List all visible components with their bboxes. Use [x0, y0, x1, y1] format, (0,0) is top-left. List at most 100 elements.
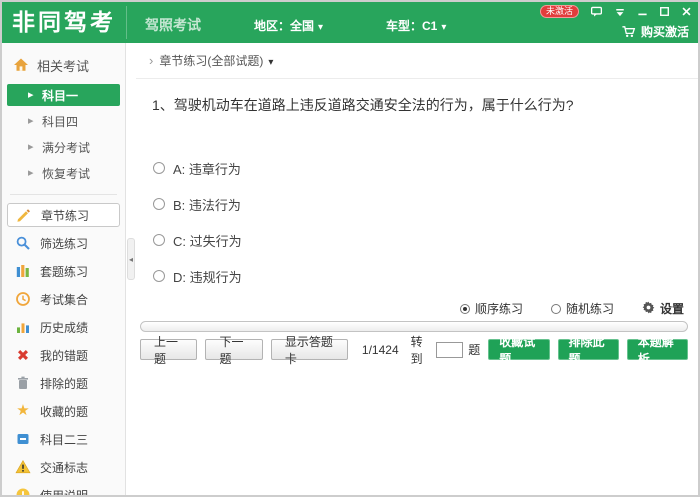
app-header: 非同驾考 驾照考试 地区：全国 车型：C1 未激活 [2, 2, 698, 43]
sidebar-item-label: 套题练习 [40, 263, 88, 280]
radio-checked-icon [460, 304, 470, 314]
main-content: 章节练习(全部试题) 1、驾驶机动车在道路上违反道路交通安全法的行为，属于什么行… [136, 43, 698, 495]
sidebar-item-label: 科目一 [42, 87, 78, 104]
theme-menu-icon[interactable] [614, 6, 626, 18]
goto-unit-label: 题 [468, 341, 480, 358]
option-label: B: 违法行为 [173, 195, 241, 214]
sidebar-item-subject-four[interactable]: 科目四 [2, 110, 125, 132]
sidebar-item-recovery-exam[interactable]: 恢复考试 [2, 162, 125, 184]
sidebar-divider [10, 194, 117, 195]
chevron-down-icon [441, 19, 446, 33]
next-question-button[interactable]: 下一题 [205, 339, 262, 360]
trash-icon [15, 375, 31, 391]
sidebar-item-label: 科目四 [42, 113, 78, 130]
search-icon [15, 235, 31, 251]
sequential-practice-radio[interactable]: 顺序练习 [460, 300, 523, 317]
sidebar-item-exam-set-practice[interactable]: 套题练习 [2, 259, 125, 283]
sidebar-item-label: 考试集合 [40, 291, 88, 308]
sidebar-item-label: 历史成绩 [40, 319, 88, 336]
question-text: 1、驾驶机动车在道路上违反道路交通安全法的行为，属于什么行为? [152, 95, 684, 116]
option-b[interactable]: B: 违法行为 [153, 194, 242, 214]
car-type-selector[interactable]: 车型：C1 [386, 17, 446, 34]
close-icon[interactable] [681, 6, 692, 17]
breadcrumb-dropdown[interactable]: 章节练习(全部试题) [159, 52, 273, 69]
sidebar-item-traffic-signs[interactable]: 交通标志 [2, 455, 125, 479]
favorite-question-button[interactable]: 收藏试题 [488, 339, 549, 360]
app-window: 非同驾考 驾照考试 地区：全国 车型：C1 未激活 [0, 0, 700, 497]
sidebar-item-filter-practice[interactable]: 筛选练习 [2, 231, 125, 255]
region-selector[interactable]: 地区：全国 [254, 17, 323, 34]
star-icon: ★ [15, 403, 31, 419]
minimize-icon[interactable] [637, 6, 648, 17]
sidebar-item-label: 恢复考试 [42, 165, 90, 182]
random-practice-radio[interactable]: 随机练习 [551, 300, 614, 317]
radio-icon [153, 234, 165, 246]
subject-book-icon [15, 431, 31, 447]
radio-icon [153, 198, 165, 210]
option-c[interactable]: C: 过失行为 [153, 230, 242, 250]
sidebar-section-label: 相关考试 [37, 56, 89, 75]
option-label: C: 过失行为 [173, 231, 242, 250]
sidebar-item-history-scores[interactable]: 历史成绩 [2, 315, 125, 339]
progress-bar [140, 321, 688, 332]
buy-activation-label: 购买激活 [641, 23, 689, 40]
wrong-cross-icon [15, 347, 31, 363]
exclude-question-button[interactable]: 排除此题 [558, 339, 619, 360]
pencil-icon [16, 207, 32, 223]
option-a[interactable]: A: 违章行为 [153, 158, 242, 178]
option-label: A: 违章行为 [173, 159, 241, 178]
region-label: 地区：全国 [254, 17, 314, 34]
option-d[interactable]: D: 违规行为 [153, 266, 242, 286]
gear-icon [642, 301, 655, 317]
radio-icon [551, 304, 561, 314]
chevron-down-icon [318, 19, 323, 33]
goto-label: 转到 [411, 333, 431, 367]
sidebar-item-subject-two-three[interactable]: 科目二三 [2, 427, 125, 451]
sidebar-item-label: 满分考试 [42, 139, 90, 156]
goto-question-input[interactable] [436, 342, 463, 358]
traffic-sign-icon [15, 459, 31, 475]
question-nav-row: 上一题 下一题 显示答题卡 1/1424 转到 题 收藏试题 排除此题 本题解析 [140, 339, 688, 360]
feedback-chat-icon[interactable] [590, 5, 603, 18]
sidebar-item-label: 章节练习 [41, 207, 89, 224]
sequential-practice-label: 顺序练习 [475, 300, 523, 317]
sidebar-item-favorite-questions[interactable]: ★ 收藏的题 [2, 399, 125, 423]
window-controls: 未激活 [540, 4, 692, 19]
history-chart-icon [15, 319, 31, 335]
sidebar-splitter[interactable]: ◂ [127, 43, 136, 495]
sidebar-item-chapter-practice[interactable]: 章节练习 [7, 203, 120, 227]
sidebar-item-label: 收藏的题 [40, 403, 88, 420]
sidebar-item-my-mistakes[interactable]: 我的错题 [2, 343, 125, 367]
radio-icon [153, 162, 165, 174]
sidebar-item-excluded-questions[interactable]: 排除的题 [2, 371, 125, 395]
breadcrumb: 章节练习(全部试题) [136, 43, 698, 79]
help-icon [15, 487, 31, 495]
sidebar-item-label: 交通标志 [40, 459, 88, 476]
sidebar-item-label: 排除的题 [40, 375, 88, 392]
cart-icon [621, 24, 636, 39]
prev-question-button[interactable]: 上一题 [140, 339, 197, 360]
random-practice-label: 随机练习 [566, 300, 614, 317]
sidebar-item-exam-collection[interactable]: 考试集合 [2, 287, 125, 311]
buy-activation-button[interactable]: 购买激活 [621, 23, 689, 40]
settings-button[interactable]: 设置 [642, 300, 684, 317]
show-answer-card-button[interactable]: 显示答题卡 [271, 339, 348, 360]
question-analysis-button[interactable]: 本题解析 [627, 339, 688, 360]
options-list: A: 违章行为 B: 违法行为 C: 过失行为 D: 违规行为 [153, 158, 242, 302]
settings-label: 设置 [660, 300, 684, 317]
sidebar-item-label: 我的错题 [40, 347, 88, 364]
radio-icon [153, 270, 165, 282]
module-title: 驾照考试 [145, 15, 201, 35]
sidebar-item-subject-one[interactable]: 科目一 [7, 84, 120, 106]
app-logo: 非同驾考 [12, 6, 127, 39]
sidebar-item-user-guide[interactable]: 使用说明 [2, 483, 125, 495]
car-type-label: 车型：C1 [386, 17, 437, 34]
sidebar-item-label: 科目二三 [40, 431, 88, 448]
sidebar-section-related-exams[interactable]: 相关考试 [2, 51, 125, 79]
sidebar-item-full-score-exam[interactable]: 满分考试 [2, 136, 125, 158]
sidebar-item-label: 使用说明 [40, 487, 88, 496]
activation-status-badge: 未激活 [540, 5, 579, 18]
sidebar: 相关考试 科目一 科目四 满分考试 恢复考试 章节练习 筛选练习 [2, 43, 126, 495]
maximize-icon[interactable] [659, 6, 670, 17]
collapse-sidebar-icon[interactable]: ◂ [127, 238, 135, 280]
